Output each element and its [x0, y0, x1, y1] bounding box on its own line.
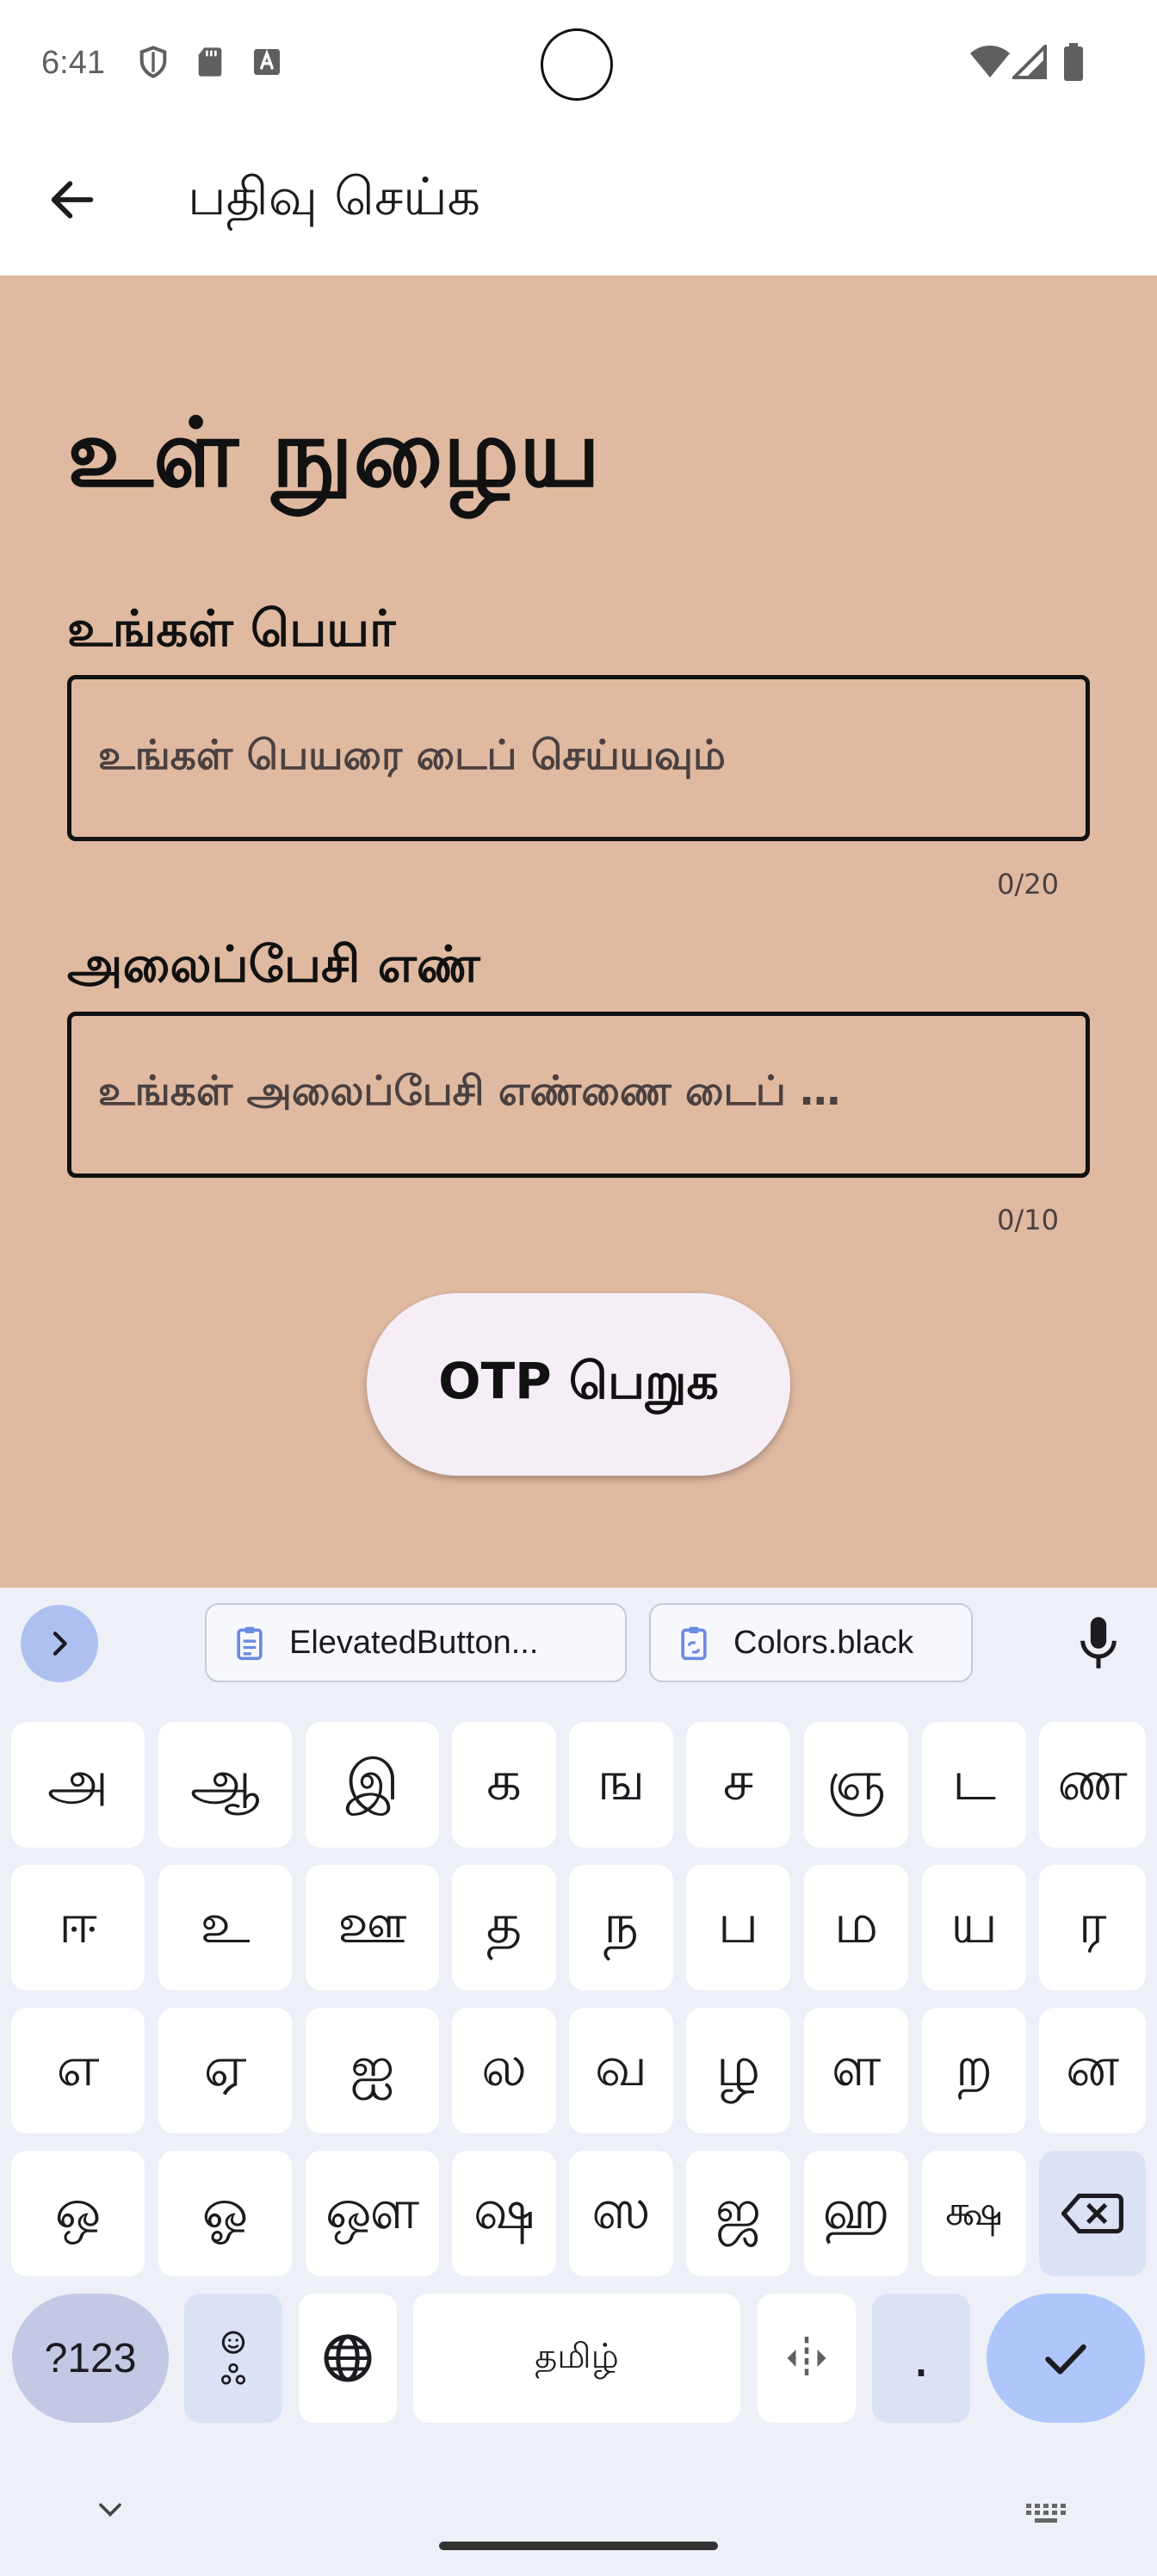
arrow-back-icon[interactable] — [45, 172, 100, 227]
emoji-icon — [221, 2331, 245, 2385]
key-e[interactable]: எ — [11, 2008, 145, 2133]
key-zha[interactable]: ழ — [686, 2008, 790, 2133]
key-lla[interactable]: ள — [804, 2008, 908, 2133]
name-input-placeholder: உங்கள் பெயரை டைப் செய்யவும் — [98, 732, 726, 779]
phone-input-placeholder: உங்கள் அலைப்பேசி எண்ணை டைப் … — [98, 1068, 841, 1115]
period-key[interactable]: . — [872, 2294, 970, 2423]
page-heading: உள் நுழைய — [67, 398, 601, 508]
key-rra[interactable]: ற — [922, 2008, 1026, 2133]
clipboard-link-icon — [681, 1626, 707, 1661]
clipboard-suggestion-2[interactable]: Colors.black — [649, 1603, 973, 1682]
key-ya[interactable]: ய — [922, 1865, 1026, 1991]
toolbar-expand-button[interactable] — [21, 1605, 98, 1682]
key-ha[interactable]: ஹ — [804, 2151, 908, 2276]
key-ka[interactable]: க — [452, 1722, 556, 1848]
name-counter: 0/20 — [997, 868, 1059, 901]
enter-key[interactable] — [987, 2294, 1145, 2423]
app-bar-title: பதிவு செய்க — [188, 167, 481, 227]
app-bar — [0, 129, 1157, 276]
key-na[interactable]: ந — [569, 1865, 673, 1991]
clipboard-suggestion-1-label: ElevatedButton... — [289, 1624, 539, 1661]
gesture-navigation-bar[interactable] — [439, 2542, 718, 2550]
key-u[interactable]: உ — [158, 1865, 292, 1991]
key-ii[interactable]: ஈ — [11, 1865, 145, 1991]
battery-icon — [1064, 43, 1083, 81]
key-i[interactable]: இ — [306, 1722, 439, 1848]
emoji-key[interactable] — [184, 2294, 282, 2423]
key-aa[interactable]: ஆ — [158, 1722, 292, 1848]
language-key[interactable] — [299, 2294, 397, 2423]
phone-label: அலைப்பேசி எண் — [67, 935, 480, 994]
microphone-icon[interactable] — [1074, 1615, 1123, 1670]
key-ja[interactable]: ஜ — [686, 2151, 790, 2276]
key-ai[interactable]: ஐ — [306, 2008, 439, 2133]
camera-cutout — [541, 28, 613, 101]
key-uu[interactable]: ஊ — [306, 1865, 439, 1991]
backspace-icon — [1061, 2193, 1123, 2234]
key-au[interactable]: ஔ — [306, 2151, 439, 2276]
get-otp-button[interactable]: OTP பெறுக — [367, 1293, 790, 1476]
key-ra[interactable]: ர — [1039, 1865, 1146, 1991]
chevron-right-icon — [53, 1632, 67, 1656]
check-icon — [1045, 2344, 1086, 2375]
status-time: 6:41 — [41, 45, 105, 81]
shield-icon — [139, 46, 167, 78]
chevron-down-icon[interactable] — [91, 2497, 129, 2523]
key-ma[interactable]: ம — [804, 1865, 908, 1991]
clipboard-suggestion-1[interactable]: ElevatedButton... — [205, 1603, 627, 1682]
key-nya[interactable]: ஞ — [804, 1722, 908, 1848]
key-va[interactable]: வ — [569, 2008, 673, 2133]
key-nga[interactable]: ங — [569, 1722, 673, 1848]
key-ksha[interactable]: க்ஷ — [922, 2151, 1026, 2276]
globe-icon — [324, 2334, 372, 2382]
space-key[interactable]: தமிழ் — [413, 2294, 740, 2423]
key-a[interactable]: அ — [11, 1722, 145, 1848]
key-pa[interactable]: ப — [686, 1865, 790, 1991]
name-label: உங்கள் பெயர் — [67, 599, 396, 658]
font-a-icon — [254, 49, 280, 75]
key-ta[interactable]: த — [452, 1865, 556, 1991]
keyboard-icon[interactable] — [1024, 2502, 1069, 2524]
key-sa[interactable]: ஸ — [569, 2151, 673, 2276]
clipboard-suggestion-2-label: Colors.black — [733, 1624, 914, 1661]
key-la[interactable]: ல — [452, 2008, 556, 2133]
phone-counter: 0/10 — [997, 1204, 1059, 1236]
wifi-icon — [970, 46, 1010, 77]
signal-icon — [1012, 45, 1047, 79]
cursor-move-key[interactable] — [758, 2294, 856, 2423]
sd-card-icon — [198, 47, 222, 77]
key-tta[interactable]: ட — [922, 1722, 1026, 1848]
key-nna[interactable]: ண — [1039, 1722, 1146, 1848]
key-ssa[interactable]: ஷ — [452, 2151, 556, 2276]
key-ee[interactable]: ஏ — [158, 2008, 292, 2133]
cursor-move-icon — [787, 2337, 826, 2380]
key-nnna[interactable]: ன — [1039, 2008, 1146, 2133]
clipboard-icon — [237, 1626, 263, 1661]
key-o[interactable]: ஒ — [11, 2151, 145, 2276]
backspace-key[interactable] — [1039, 2151, 1146, 2276]
key-ca[interactable]: ச — [686, 1722, 790, 1848]
key-oo[interactable]: ஓ — [158, 2151, 292, 2276]
symbols-key[interactable]: ?123 — [12, 2294, 169, 2423]
